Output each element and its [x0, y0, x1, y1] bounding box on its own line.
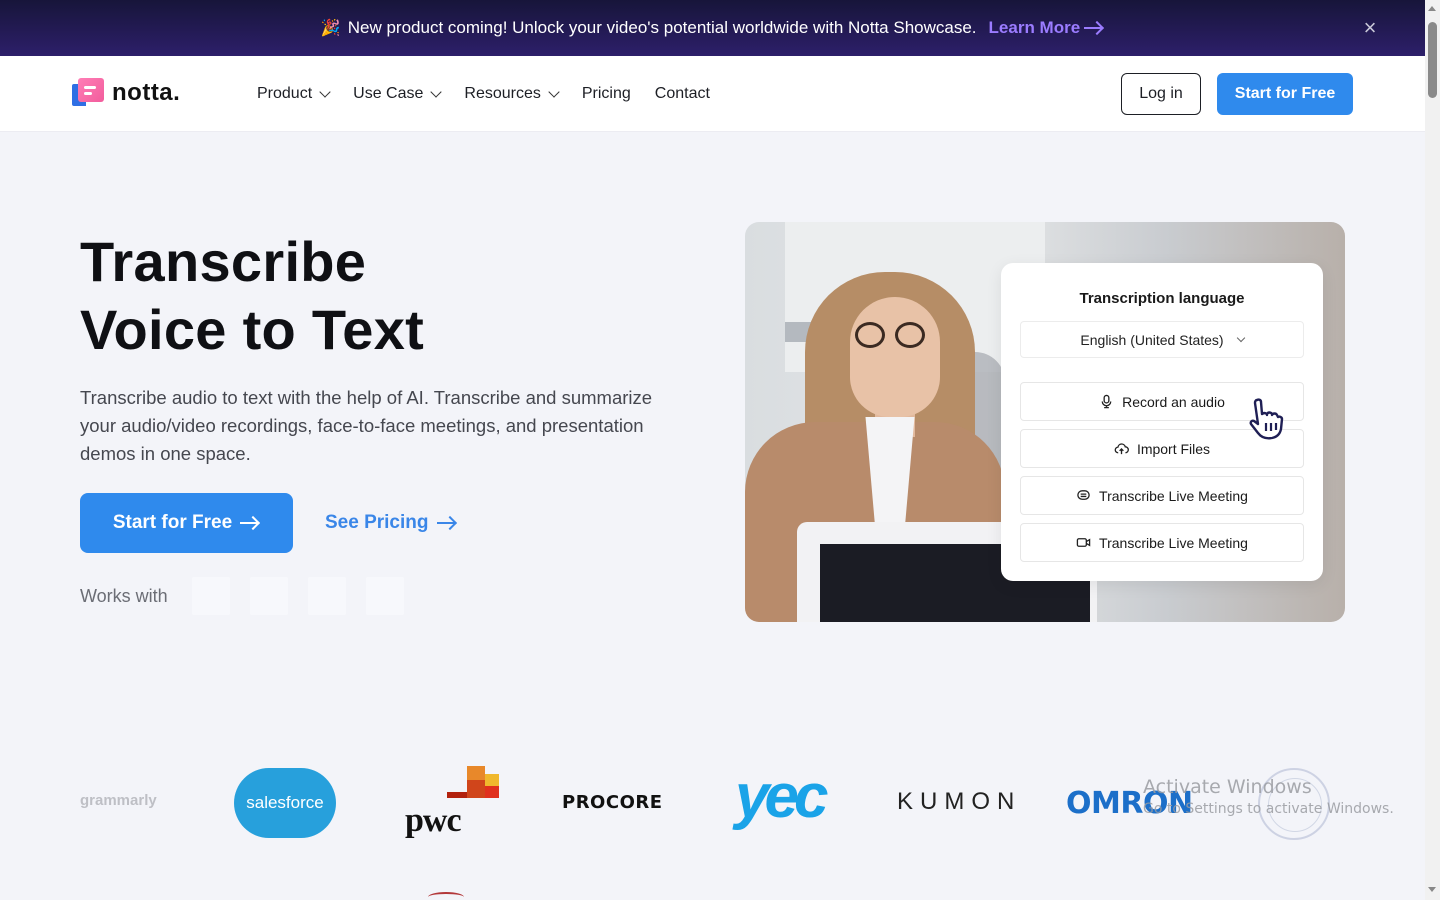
transcribe-live-meeting-button[interactable]: Transcribe Live Meeting — [1020, 476, 1304, 515]
hero-description: Transcribe audio to text with the help o… — [80, 387, 653, 464]
arrow-right-icon — [240, 516, 260, 530]
kumon-logo: KUMON — [897, 788, 1022, 815]
nav-item-pricing[interactable]: Pricing — [582, 85, 631, 103]
main-menu: Product Use Case Resources Pricing Conta… — [257, 56, 710, 132]
integration-icon — [249, 577, 288, 615]
video-camera-icon — [1076, 538, 1091, 547]
brand-name: notta. — [112, 79, 181, 106]
language-select[interactable]: English (United States) — [1020, 321, 1304, 358]
nav-label: Pricing — [581, 85, 631, 102]
pwc-wordmark: pwc — [405, 802, 462, 839]
button-label: Transcribe Live Meeting — [1099, 534, 1248, 551]
chevron-down-icon — [1236, 333, 1245, 342]
language-value: English (United States) — [1080, 331, 1224, 348]
button-label: Import Files — [1136, 440, 1211, 457]
top-navigation: notta. Product Use Case Resources Pricin… — [0, 56, 1425, 132]
nav-item-product[interactable]: Product — [257, 85, 331, 103]
salesforce-logo: salesforce — [234, 768, 336, 838]
watermark-line-1: Activate Windows — [1143, 776, 1312, 798]
party-popper-icon: 🎉 — [320, 20, 341, 37]
nav-label: Product — [257, 85, 313, 102]
cta-label: See Pricing — [325, 512, 429, 533]
meeting-bot-icon — [1077, 490, 1090, 500]
procore-logo: PROCORE — [562, 792, 663, 813]
integration-icon — [365, 577, 404, 615]
works-with-label: Works with — [80, 585, 168, 606]
panel-title: Transcription language — [1079, 290, 1245, 307]
integration-icon — [307, 577, 346, 615]
learn-more-label: Learn More — [988, 18, 1081, 37]
pwc-logo: pwc — [405, 766, 505, 840]
chevron-down-icon — [548, 86, 560, 98]
works-with-row: Works with — [80, 577, 404, 615]
yec-logo: yec — [735, 762, 828, 831]
hand-cursor-icon — [1249, 398, 1284, 440]
notta-logo-icon — [72, 78, 104, 108]
watermark-line-2: Go to Settings to activate Windows. — [1143, 801, 1394, 817]
nav-item-use-case[interactable]: Use Case — [353, 85, 443, 103]
cta-label: Start for Free — [112, 512, 233, 533]
promo-banner: 🎉 New product coming! Unlock your video'… — [0, 0, 1425, 56]
see-pricing-link[interactable]: See Pricing — [325, 508, 457, 538]
arrow-right-icon — [436, 516, 457, 530]
partial-logo — [428, 892, 464, 900]
chevron-down-icon — [430, 86, 443, 98]
hero-title-line-2: Voice to Text — [80, 298, 425, 361]
scroll-down-arrow-icon[interactable] — [1428, 887, 1436, 892]
promo-message: New product coming! Unlock your video's … — [347, 18, 977, 37]
button-label: Record an audio — [1122, 393, 1225, 410]
start-for-free-button[interactable]: Start for Free — [80, 493, 293, 553]
scroll-up-arrow-icon[interactable] — [1428, 6, 1436, 11]
start-for-free-nav-button[interactable]: Start for Free — [1217, 73, 1353, 115]
button-label: Transcribe Live Meeting — [1099, 487, 1248, 504]
hero-title-line-1: Transcribe — [80, 230, 367, 293]
microphone-icon — [1101, 394, 1112, 409]
grammarly-logo: grammarly — [80, 792, 157, 809]
page-scrollbar[interactable] — [1425, 0, 1440, 900]
nav-label: Contact — [654, 85, 710, 102]
integration-icon — [191, 577, 230, 615]
hero-title: Transcribe Voice to Text — [80, 228, 424, 364]
scrollbar-thumb[interactable] — [1428, 22, 1437, 98]
learn-more-link[interactable]: Learn More — [989, 18, 1105, 38]
chevron-down-icon — [319, 86, 331, 98]
arrow-right-icon — [1084, 21, 1104, 35]
notta-logo[interactable]: notta. — [72, 78, 180, 108]
nav-label: Resources — [464, 85, 541, 102]
nav-item-contact[interactable]: Contact — [655, 85, 710, 103]
close-icon[interactable]: × — [1359, 17, 1381, 39]
windows-activation-watermark: Activate Windows Go to Settings to activ… — [1143, 776, 1394, 817]
cloud-upload-icon — [1114, 443, 1129, 455]
login-button[interactable]: Log in — [1121, 73, 1201, 115]
transcribe-live-meeting-video-button[interactable]: Transcribe Live Meeting — [1020, 523, 1304, 562]
nav-label: Use Case — [353, 85, 424, 102]
nav-item-resources[interactable]: Resources — [464, 85, 560, 103]
